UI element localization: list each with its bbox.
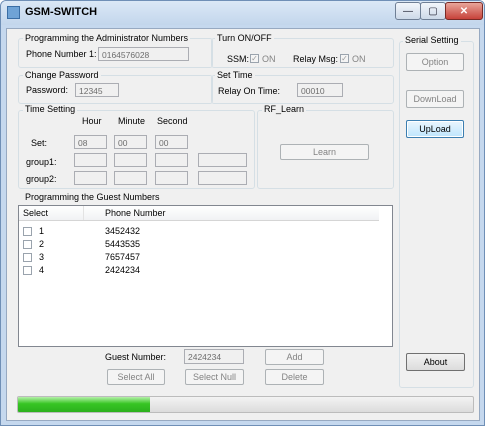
guest-row-phone: 7657457	[105, 252, 141, 262]
window-title: GSM-SWITCH	[25, 6, 98, 18]
group1-second-input[interactable]	[155, 153, 188, 167]
guest-row[interactable]: 1 3452432	[19, 225, 379, 238]
admin-phone-label: Phone Number 1:	[26, 49, 97, 59]
group1-minute-input[interactable]	[114, 153, 147, 167]
close-button[interactable]: ✕	[445, 2, 483, 20]
column-separator	[83, 206, 84, 220]
relay-on-time-input[interactable]: 00010	[297, 83, 343, 97]
set-time-title: Set Time	[215, 70, 255, 80]
title-bar[interactable]: GSM-SWITCH — ▢ ✕	[1, 1, 484, 25]
guest-row-index: 1	[39, 226, 45, 236]
guest-row[interactable]: 2 5443535	[19, 238, 379, 251]
serial-setting-title: Serial Setting	[403, 35, 461, 45]
upload-button[interactable]: UpLoad	[406, 120, 464, 138]
guest-row-phone: 3452432	[105, 226, 141, 236]
group1-extra-input[interactable]	[198, 153, 247, 167]
app-icon	[7, 6, 20, 19]
admin-phone-input[interactable]: 0164576028	[98, 47, 189, 61]
maximize-icon: ▢	[428, 5, 438, 17]
progress-bar	[17, 396, 474, 413]
guest-number-input[interactable]: 2424234	[184, 349, 244, 364]
group1-row-label: group1:	[26, 157, 57, 167]
download-button[interactable]: DownLoad	[406, 90, 464, 108]
group2-second-input[interactable]	[155, 171, 188, 185]
turn-onoff-title: Turn ON/OFF	[215, 33, 274, 43]
guest-row-checkbox[interactable]	[23, 253, 32, 262]
group2-extra-input[interactable]	[198, 171, 247, 185]
group1-hour-input[interactable]	[74, 153, 107, 167]
guest-row-phone: 5443535	[105, 239, 141, 249]
group2-row-label: group2:	[26, 174, 57, 184]
delete-button[interactable]: Delete	[265, 369, 324, 385]
set-minute-input[interactable]: 00	[114, 135, 147, 149]
guest-list[interactable]: Select Phone Number 1 3452432 2 5443535 …	[18, 205, 393, 347]
select-null-button[interactable]: Select Null	[185, 369, 244, 385]
relay-on-time-label: Relay On Time:	[218, 86, 281, 96]
learn-button[interactable]: Learn	[280, 144, 369, 160]
guest-row-phone: 2424234	[105, 265, 141, 275]
guest-row-checkbox[interactable]	[23, 240, 32, 249]
guest-group-title: Programming the Guest Numbers	[23, 192, 162, 202]
group2-hour-input[interactable]	[74, 171, 107, 185]
select-column-header[interactable]: Select	[23, 208, 48, 218]
guest-number-label: Guest Number:	[105, 352, 167, 362]
password-input[interactable]: 12345	[75, 83, 119, 97]
guest-row-checkbox[interactable]	[23, 227, 32, 236]
add-button[interactable]: Add	[265, 349, 324, 365]
minute-header: Minute	[118, 116, 146, 126]
ssm-checkbox[interactable]: ✓	[250, 54, 259, 63]
close-icon: ✕	[459, 5, 469, 17]
select-all-button[interactable]: Select All	[107, 369, 165, 385]
hour-header: Hour	[82, 116, 102, 126]
password-label: Password:	[26, 85, 69, 95]
minimize-icon: —	[403, 5, 413, 17]
minimize-button[interactable]: —	[395, 2, 421, 20]
guest-list-header: Select Phone Number	[19, 206, 379, 221]
set-hour-input[interactable]: 08	[74, 135, 107, 149]
guest-row[interactable]: 3 7657457	[19, 251, 379, 264]
maximize-button[interactable]: ▢	[420, 2, 446, 20]
rf-learn-title: RF_Learn	[262, 104, 307, 114]
guest-row-checkbox[interactable]	[23, 266, 32, 275]
guest-row-index: 4	[39, 265, 45, 275]
set-row-label: Set:	[31, 138, 48, 148]
option-button[interactable]: Option	[406, 53, 464, 71]
password-group-title: Change Password	[23, 70, 101, 80]
guest-row-index: 3	[39, 252, 45, 262]
guest-row[interactable]: 4 2424234	[19, 264, 379, 277]
progress-fill	[18, 397, 150, 412]
about-button[interactable]: About	[406, 353, 465, 371]
time-setting-title: Time Setting	[23, 104, 78, 114]
admin-group-title: Programming the Administrator Numbers	[23, 33, 191, 43]
relay-msg-label: Relay Msg:	[293, 54, 339, 64]
relay-msg-checkbox[interactable]: ✓	[340, 54, 349, 63]
ssm-label: SSM:	[227, 54, 250, 64]
ssm-on-label: ON	[262, 54, 276, 64]
second-header: Second	[157, 116, 188, 126]
phone-column-header[interactable]: Phone Number	[105, 208, 166, 218]
guest-row-index: 2	[39, 239, 45, 249]
set-second-input[interactable]: 00	[155, 135, 188, 149]
relay-msg-on-label: ON	[352, 54, 366, 64]
group2-minute-input[interactable]	[114, 171, 147, 185]
